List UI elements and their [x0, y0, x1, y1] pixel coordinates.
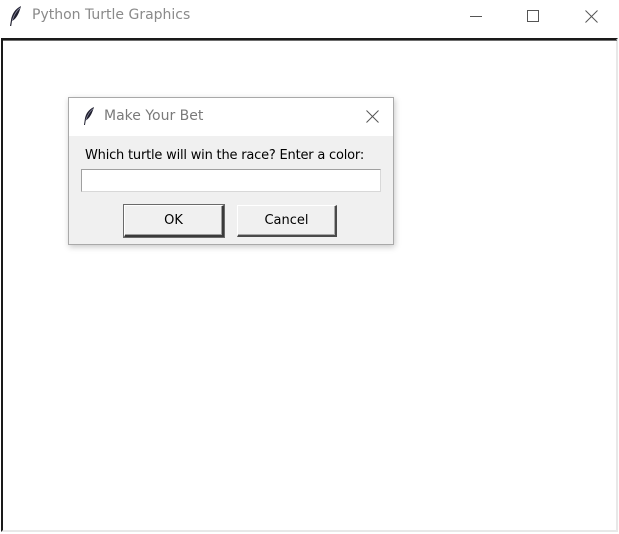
feather-icon — [82, 106, 96, 126]
dialog-titlebar[interactable]: Make Your Bet — [69, 98, 393, 136]
minimize-icon — [470, 10, 482, 22]
maximize-icon — [527, 10, 539, 22]
close-icon — [584, 9, 598, 23]
turtle-graphics-window: Python Turtle Graphics Make Your Bet Whi… — [0, 0, 619, 534]
feather-icon — [8, 5, 24, 27]
dialog-close-button[interactable] — [357, 105, 387, 129]
dialog-prompt-label: Which turtle will win the race? Enter a … — [85, 148, 365, 163]
make-your-bet-dialog: Make Your Bet Which turtle will win the … — [68, 97, 394, 245]
maximize-button[interactable] — [510, 0, 556, 32]
dialog-title: Make Your Bet — [104, 108, 204, 124]
close-icon — [365, 108, 379, 127]
minimize-button[interactable] — [453, 0, 499, 32]
canvas-bevel-line — [3, 40, 617, 41]
close-button[interactable] — [568, 0, 614, 32]
cancel-button[interactable]: Cancel — [237, 205, 337, 237]
window-title: Python Turtle Graphics — [32, 7, 191, 23]
window-titlebar[interactable]: Python Turtle Graphics — [0, 0, 619, 32]
color-input[interactable] — [81, 169, 381, 192]
ok-button[interactable]: OK — [124, 205, 224, 237]
